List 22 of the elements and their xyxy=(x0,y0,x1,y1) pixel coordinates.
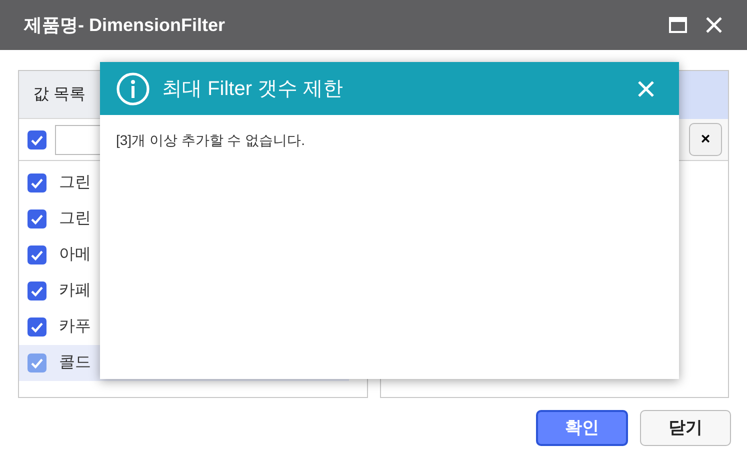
checkbox[interactable] xyxy=(27,353,47,373)
list-item[interactable]: 그린 xyxy=(19,201,349,237)
list-item[interactable]: 아메 xyxy=(19,237,349,273)
info-icon xyxy=(116,72,150,106)
checkbox[interactable] xyxy=(27,317,47,337)
close-icon[interactable] xyxy=(637,80,655,98)
dialog-title: 최대 Filter 갯수 제한 xyxy=(162,76,344,102)
checkbox[interactable] xyxy=(27,209,47,229)
window-title: 제품명- DimensionFilter xyxy=(24,14,226,36)
clear-button[interactable]: × xyxy=(689,123,722,156)
checkbox[interactable] xyxy=(27,173,47,193)
close-icon[interactable] xyxy=(705,16,723,34)
dialog-message: [3]개 이상 추가할 수 없습니다. xyxy=(116,132,306,148)
list-item[interactable]: 카푸 xyxy=(19,309,349,345)
checkbox[interactable] xyxy=(27,245,47,265)
list-item[interactable]: 카페 xyxy=(19,273,349,309)
maximize-icon[interactable] xyxy=(669,17,687,33)
checkbox[interactable] xyxy=(27,130,47,150)
close-button[interactable]: 닫기 xyxy=(640,410,731,446)
list-item[interactable]: 그린 xyxy=(19,165,349,201)
checkbox[interactable] xyxy=(27,281,47,301)
panel-title: 값 목록 xyxy=(33,84,86,104)
